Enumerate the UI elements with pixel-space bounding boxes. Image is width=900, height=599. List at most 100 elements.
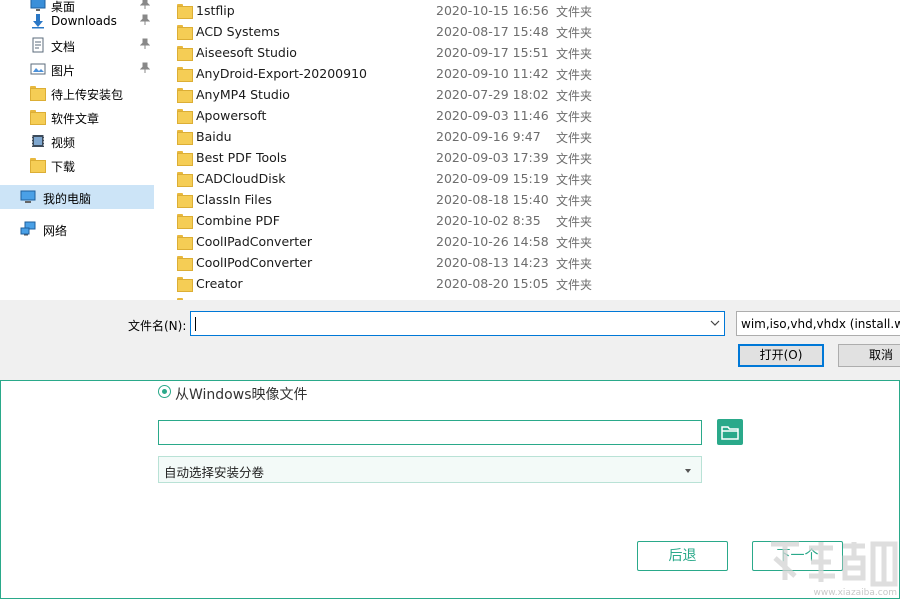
filename-input[interactable] (190, 311, 725, 336)
file-date: 2020-07-29 18:02 (436, 87, 549, 102)
file-date: 2020-09-03 11:46 (436, 108, 549, 123)
list-item[interactable]: AnyDroid-Export-20200910 2020-09-10 11:4… (174, 63, 900, 84)
volume-select[interactable]: 自动选择安装分卷 (158, 456, 702, 483)
nav-item-pictures[interactable]: 图片 (0, 57, 154, 81)
list-item[interactable]: Apowersoft 2020-09-03 11:46 文件夹 (174, 105, 900, 126)
folder-icon (177, 276, 193, 292)
file-date: 2020-09-17 15:51 (436, 45, 549, 60)
file-type: 文件夹 (556, 26, 593, 40)
nav-item-videos[interactable]: 视频 (0, 129, 154, 153)
file-type: 文件夹 (556, 278, 593, 292)
pin-icon (140, 38, 150, 49)
folder-icon (177, 24, 193, 40)
back-button[interactable]: 后退 (637, 541, 728, 571)
file-name: CoolIPodConverter (196, 255, 313, 270)
list-item[interactable]: ACD Systems 2020-08-17 15:48 文件夹 (174, 21, 900, 42)
nav-item-label: 下载 (51, 160, 76, 174)
file-date: 2020-08-18 15:40 (436, 192, 549, 207)
navigation-pane: 桌面 Downloads 文档 图片 待上传安装包 软件文章 视频 下载 我的电… (0, 0, 158, 300)
list-item[interactable]: Baidu 2020-09-16 9:47 文件夹 (174, 126, 900, 147)
nav-item-label: 图片 (51, 64, 76, 78)
folder-icon (177, 129, 193, 145)
file-type: 文件夹 (556, 173, 593, 187)
file-date: 2020-10-26 14:58 (436, 234, 549, 249)
nav-item-downloads[interactable]: Downloads (0, 9, 154, 33)
file-name: CADCloudDisk (196, 171, 286, 186)
network-icon (20, 221, 36, 236)
file-name: Best PDF Tools (196, 150, 287, 165)
next-button[interactable]: 下一个 (752, 541, 843, 571)
file-name: Combine PDF (196, 213, 280, 228)
nav-item-label: 待上传安装包 (51, 88, 124, 102)
image-path-input[interactable] (158, 420, 702, 445)
folder-icon (177, 192, 193, 208)
file-date: 2020-08-17 15:48 (436, 24, 549, 39)
radio-button[interactable] (158, 385, 171, 398)
filetype-select[interactable]: wim,iso,vhd,vhdx (install.wim (736, 311, 900, 336)
file-name: Apowersoft (196, 108, 267, 123)
radio-label: 从Windows映像文件 (175, 387, 308, 403)
folder-icon (30, 109, 46, 125)
list-item[interactable]: Aiseesoft Studio 2020-09-17 15:51 文件夹 (174, 42, 900, 63)
list-item[interactable]: 1stflip 2020-10-15 16:56 文件夹 (174, 0, 900, 21)
nav-item-articles-folder[interactable]: 软件文章 (0, 105, 154, 129)
nav-item-download-folder[interactable]: 下载 (0, 153, 154, 177)
file-date: 2020-09-03 17:39 (436, 150, 549, 165)
nav-item-label: 软件文章 (51, 112, 100, 126)
file-name: 1stflip (196, 3, 235, 18)
folder-icon (177, 66, 193, 82)
folder-icon (177, 234, 193, 250)
list-item[interactable]: ClassIn Files 2020-08-18 15:40 文件夹 (174, 189, 900, 210)
nav-item-network[interactable]: 网络 (0, 217, 154, 241)
document-icon (32, 37, 44, 53)
file-date: 2020-09-10 11:42 (436, 66, 549, 81)
file-type: 文件夹 (556, 131, 593, 145)
pin-icon (140, 14, 150, 25)
list-item[interactable]: CoolIPadConverter 2020-10-26 14:58 文件夹 (174, 231, 900, 252)
pin-icon (140, 62, 150, 73)
file-type: 文件夹 (556, 47, 593, 61)
browse-button[interactable] (717, 419, 743, 445)
file-list[interactable]: 1stflip 2020-10-15 16:56 文件夹 ACD Systems… (174, 0, 900, 300)
filetype-value: wim,iso,vhd,vhdx (install.wim (741, 317, 900, 331)
file-name: ClassIn Files (196, 192, 272, 207)
chevron-down-icon[interactable] (710, 318, 720, 328)
nav-item-label: 文档 (51, 40, 76, 54)
file-name: AnyDroid-Export-20200910 (196, 66, 367, 81)
file-type: 文件夹 (556, 89, 593, 103)
file-open-dialog: 桌面 Downloads 文档 图片 待上传安装包 软件文章 视频 下载 我的电… (0, 0, 900, 380)
nav-item-label: Downloads (51, 14, 117, 28)
filename-label: 文件名(N): (128, 319, 187, 333)
folder-icon (177, 171, 193, 187)
open-button[interactable]: 打开(O) (738, 344, 824, 367)
cancel-button[interactable]: 取消 (838, 344, 900, 367)
folder-icon (177, 45, 193, 61)
list-item[interactable]: Combine PDF 2020-10-02 8:35 文件夹 (174, 210, 900, 231)
folder-icon (30, 157, 46, 173)
file-type: 文件夹 (556, 194, 593, 208)
list-item[interactable]: Best PDF Tools 2020-09-03 17:39 文件夹 (174, 147, 900, 168)
nav-item-documents[interactable]: 文档 (0, 33, 154, 57)
file-name: Creator (196, 276, 243, 291)
file-type: 文件夹 (556, 5, 593, 19)
file-date: 2020-08-20 15:05 (436, 276, 549, 291)
folder-open-icon (721, 426, 739, 440)
list-item[interactable]: Creator 2020-08-20 15:05 文件夹 (174, 273, 900, 294)
folder-icon (177, 108, 193, 124)
list-item[interactable]: CoolIPodConverter 2020-08-13 14:23 文件夹 (174, 252, 900, 273)
nav-item-label: 网络 (43, 224, 68, 238)
file-type: 文件夹 (556, 236, 593, 250)
file-name: CoolIPadConverter (196, 234, 313, 249)
volume-select-value: 自动选择安装分卷 (164, 465, 265, 480)
file-date: 2020-09-09 15:19 (436, 171, 549, 186)
folder-icon (177, 150, 193, 166)
picture-icon (30, 63, 46, 75)
list-item[interactable]: AnyMP4 Studio 2020-07-29 18:02 文件夹 (174, 84, 900, 105)
nav-item-this-pc[interactable]: 我的电脑 (0, 185, 154, 209)
list-item[interactable]: CADCloudDisk 2020-09-09 15:19 文件夹 (174, 168, 900, 189)
nav-item-label: 视频 (51, 136, 76, 150)
file-date: 2020-08-13 14:23 (436, 255, 549, 270)
nav-item-upload-folder[interactable]: 待上传安装包 (0, 81, 154, 105)
download-arrow-icon (32, 14, 44, 29)
dialog-footer: 文件名(N): wim,iso,vhd,vhdx (install.wim 打开… (0, 300, 900, 380)
